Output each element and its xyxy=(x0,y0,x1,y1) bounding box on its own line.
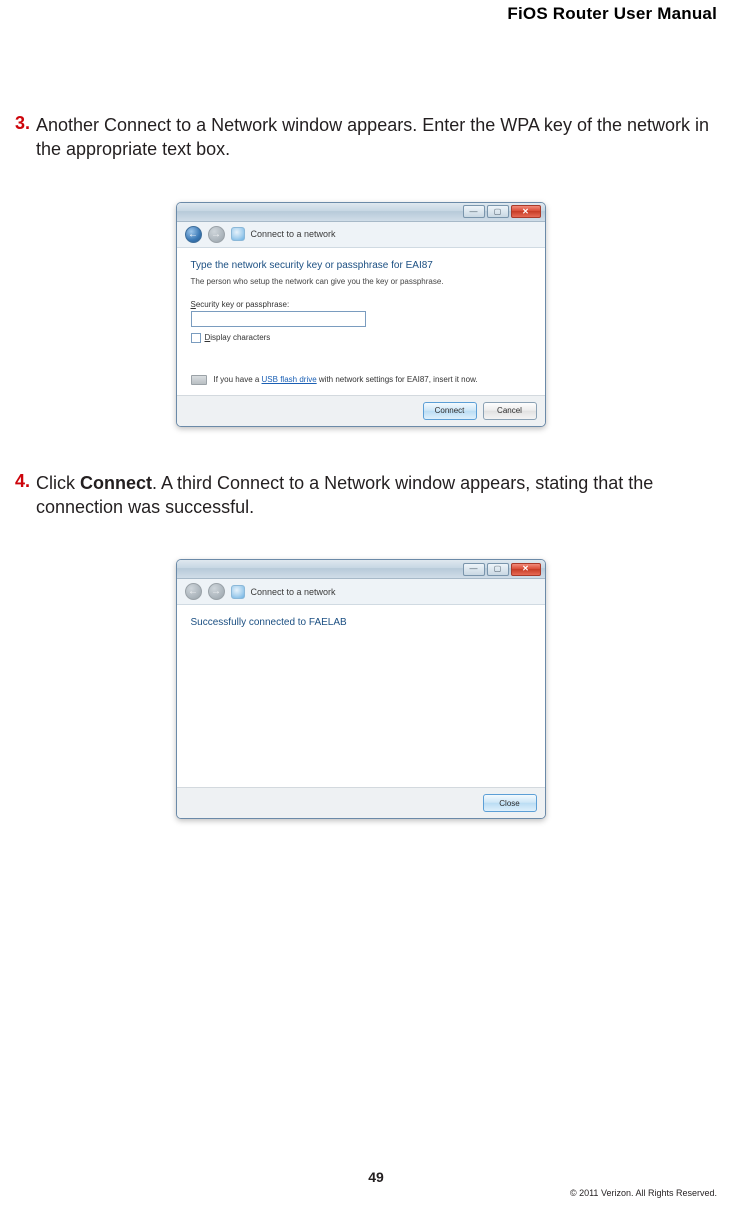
page-content: 3. Another Connect to a Network window a… xyxy=(4,113,717,863)
display-characters-label: Display characters xyxy=(205,333,271,342)
dialog-subtext: The person who setup the network can giv… xyxy=(191,277,531,286)
page-number: 49 xyxy=(0,1169,752,1185)
usb-drive-icon xyxy=(191,375,207,385)
window-titlebar: — ▢ ✕ xyxy=(177,560,545,579)
minimize-button[interactable]: — xyxy=(463,205,485,218)
window-nav-title: Connect to a network xyxy=(251,587,336,597)
dialog-heading: Successfully connected to FAELAB xyxy=(191,617,531,628)
usb-flash-drive-link[interactable]: USB flash drive xyxy=(262,375,317,384)
connect-button[interactable]: Connect xyxy=(423,402,477,420)
window-nav-title: Connect to a network xyxy=(251,229,336,239)
maximize-button[interactable]: ▢ xyxy=(487,205,509,218)
connect-network-dialog-2: — ▢ ✕ ← → Connect to a network Successfu… xyxy=(176,559,546,819)
copyright-text: © 2011 Verizon. All Rights Reserved. xyxy=(570,1188,717,1198)
window-footer: Close xyxy=(177,787,545,818)
security-key-input[interactable] xyxy=(191,311,366,327)
network-icon xyxy=(231,585,245,599)
step-4-text: Click Connect. A third Connect to a Netw… xyxy=(36,471,717,520)
usb-hint-text: If you have a USB flash drive with netwo… xyxy=(214,375,478,384)
step-3-number: 3. xyxy=(4,113,30,162)
close-button[interactable]: ✕ xyxy=(511,205,541,218)
security-key-label: Security key or passphrase: xyxy=(191,300,531,309)
step-4-number: 4. xyxy=(4,471,30,520)
dialog-2-wrapper: — ▢ ✕ ← → Connect to a network Successfu… xyxy=(4,559,717,819)
forward-button: → xyxy=(208,583,225,600)
forward-button: → xyxy=(208,226,225,243)
back-button: ← xyxy=(185,583,202,600)
cancel-button[interactable]: Cancel xyxy=(483,402,537,420)
page-header-title: FiOS Router User Manual xyxy=(507,4,717,24)
window-body: Successfully connected to FAELAB xyxy=(177,605,545,787)
step-3-text: Another Connect to a Network window appe… xyxy=(36,113,717,162)
window-nav-row: ← → Connect to a network xyxy=(177,579,545,605)
window-titlebar: — ▢ ✕ xyxy=(177,203,545,222)
window-footer: Connect Cancel xyxy=(177,395,545,426)
connect-network-dialog-1: — ▢ ✕ ← → Connect to a network Type the … xyxy=(176,202,546,427)
dialog-1-wrapper: — ▢ ✕ ← → Connect to a network Type the … xyxy=(4,202,717,427)
window-body: Type the network security key or passphr… xyxy=(177,248,545,395)
close-button[interactable]: ✕ xyxy=(511,563,541,576)
display-characters-checkbox[interactable] xyxy=(191,333,201,343)
window-nav-row: ← → Connect to a network xyxy=(177,222,545,248)
back-button[interactable]: ← xyxy=(185,226,202,243)
step-4: 4. Click Connect. A third Connect to a N… xyxy=(4,471,717,520)
usb-hint-row: If you have a USB flash drive with netwo… xyxy=(191,375,531,385)
minimize-button[interactable]: — xyxy=(463,563,485,576)
step-3: 3. Another Connect to a Network window a… xyxy=(4,113,717,162)
display-characters-row[interactable]: Display characters xyxy=(191,333,531,343)
close-dialog-button[interactable]: Close xyxy=(483,794,537,812)
dialog-heading: Type the network security key or passphr… xyxy=(191,260,531,271)
maximize-button[interactable]: ▢ xyxy=(487,563,509,576)
network-icon xyxy=(231,227,245,241)
